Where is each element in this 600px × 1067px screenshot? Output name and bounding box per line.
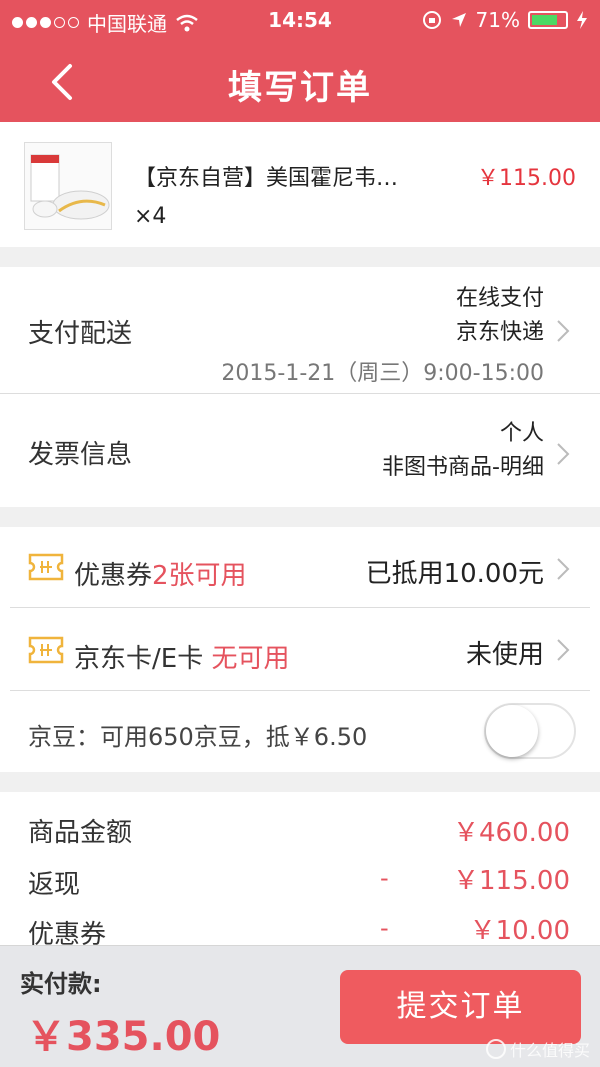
jingdou-toggle[interactable] [484, 703, 576, 759]
rebate-label: 返现 [28, 870, 81, 900]
price-summary: 商品金额 ￥460.00 返现 - ￥115.00 优惠券 - ￥10.00 [0, 792, 600, 952]
payment-method: 在线支付 [455, 286, 544, 311]
chevron-right-icon [557, 320, 570, 342]
status-bar: 中国联通 14:54 71% [0, 0, 600, 40]
toggle-knob [486, 705, 538, 757]
ticket-icon [28, 636, 64, 664]
invoice-row[interactable]: 发票信息 个人 非图书商品-明细 [0, 394, 600, 507]
invoice-content: 非图书商品-明细 [382, 455, 544, 480]
discount-section: 优惠券2张可用 已抵用10.00元 京东卡/E卡 无可用 未使用 京豆：可用65… [0, 527, 600, 772]
watermark-logo-icon [485, 1039, 506, 1059]
payment-delivery-label: 支付配送 [28, 319, 133, 349]
charging-icon [577, 11, 587, 29]
jdcard-status: 未使用 [465, 640, 544, 670]
coupon-row[interactable]: 优惠券2张可用 已抵用10.00元 [0, 527, 600, 607]
rebate-minus: - [380, 864, 389, 892]
product-name: 【京东自营】美国霍尼韦… [134, 166, 399, 191]
goods-amount-value: ￥460.00 [453, 818, 570, 848]
courier-name: 京东快递 [455, 320, 544, 345]
jdcard-label: 京东卡/E卡 无可用 [74, 638, 289, 675]
rebate-value: ￥115.00 [453, 866, 570, 896]
jdcard-availability: 无可用 [211, 644, 290, 674]
header: 中国联通 14:54 71% 填写订单 [0, 0, 600, 122]
chevron-right-icon [557, 558, 570, 580]
delivery-section: 支付配送 在线支付 京东快递 2015-1-21（周三）9:00-15:00 发… [0, 267, 600, 507]
checkout-bar: 实付款: ￥335.00 提交订单 什么值得买 [0, 945, 600, 1067]
delivery-date: 2015-1-21（周三）9:00-15:00 [221, 361, 544, 386]
product-price: ￥115.00 [477, 166, 576, 191]
product-image [24, 142, 112, 230]
product-quantity: ×4 [134, 204, 167, 229]
invoice-type: 个人 [499, 421, 544, 446]
jdcard-row[interactable]: 京东卡/E卡 无可用 未使用 [0, 608, 600, 690]
watermark-text: 什么值得买 [509, 1041, 590, 1060]
location-icon [451, 13, 466, 27]
amount-due-label: 实付款: [20, 970, 102, 998]
nav-bar: 填写订单 [0, 40, 600, 122]
amount-due-value: ￥335.00 [26, 1014, 221, 1060]
coupon-label-text: 优惠券 [74, 561, 153, 591]
jdcard-label-text: 京东卡/E卡 [74, 644, 204, 674]
jingdou-row: 京豆：可用650京豆，抵￥6.50 [0, 691, 600, 772]
rotation-lock-icon [422, 11, 441, 29]
battery-percent: 71% [475, 8, 520, 32]
page-title: 填写订单 [228, 68, 372, 108]
goods-amount-label: 商品金额 [28, 818, 133, 848]
watermark: 什么值得买 [485, 1037, 590, 1061]
chevron-right-icon [557, 639, 570, 661]
ticket-icon [28, 553, 64, 581]
invoice-label: 发票信息 [28, 440, 133, 470]
chevron-right-icon [557, 443, 570, 465]
coupon-available-count: 2张可用 [152, 561, 247, 591]
coupon-discount-value: ￥10.00 [469, 916, 570, 946]
battery-icon [528, 11, 568, 29]
coupon-label: 优惠券2张可用 [74, 555, 247, 592]
coupon-discount-minus: - [380, 914, 389, 942]
product-row[interactable]: 【京东自营】美国霍尼韦… ×4 ￥115.00 [0, 122, 600, 247]
submit-order-button[interactable]: 提交订单 [340, 970, 581, 1044]
payment-delivery-row[interactable]: 支付配送 在线支付 京东快递 2015-1-21（周三）9:00-15:00 [0, 267, 600, 393]
coupon-status: 已抵用10.00元 [365, 559, 544, 589]
jingdou-label: 京豆：可用650京豆，抵￥6.50 [28, 723, 368, 751]
